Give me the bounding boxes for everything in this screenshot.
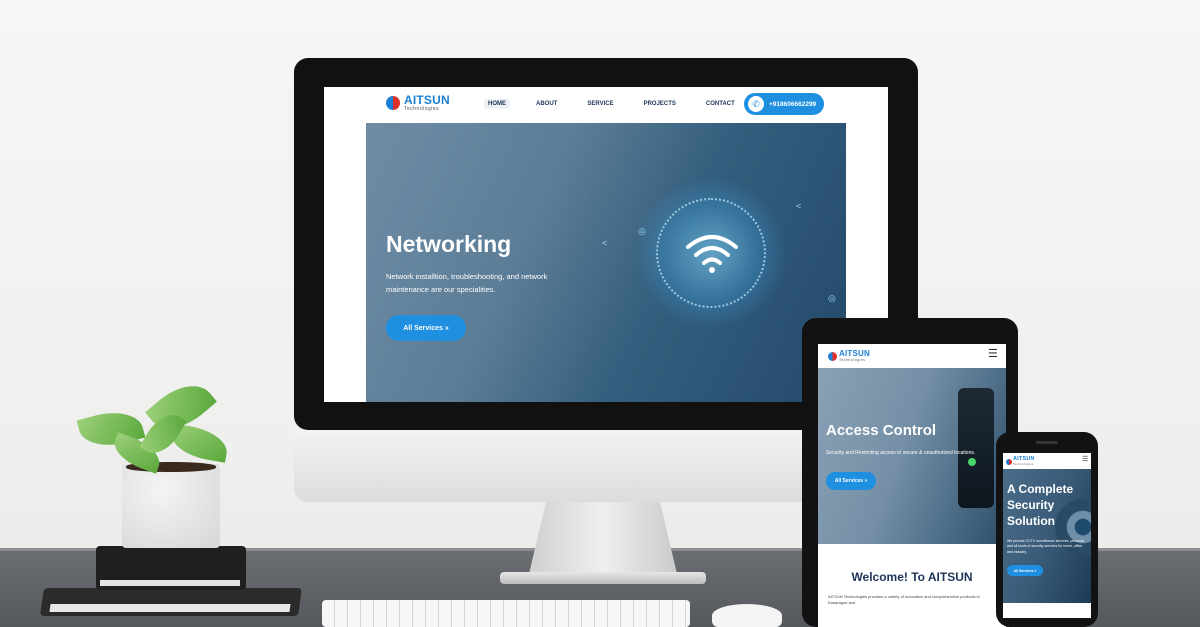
all-services-button[interactable]: All Services »: [386, 315, 466, 341]
hamburger-menu-icon[interactable]: ☰: [1082, 456, 1088, 463]
brand-subtitle: Technologies: [839, 358, 866, 362]
target-icon: ◎: [638, 226, 646, 236]
brand-logo-icon: [828, 351, 837, 361]
wifi-icon: [686, 235, 738, 273]
phone-call-button[interactable]: ✆ +918606662299: [744, 93, 824, 115]
book-top-pages: [100, 580, 240, 586]
target-icon: ◎: [828, 293, 836, 303]
hero-title: A Complete Security Solution: [1007, 482, 1074, 529]
status-led: [968, 458, 976, 466]
desktop-site-header: AITSUN Technologies HOME ABOUT SERVICE P…: [324, 87, 888, 121]
keyboard: [322, 600, 690, 627]
brand-name: AITSUN: [404, 93, 450, 107]
nav-home[interactable]: HOME: [484, 99, 510, 109]
all-services-button[interactable]: All Services »: [826, 472, 876, 490]
brand-subtitle: Technologies: [404, 106, 440, 112]
brand-name: AITSUN: [1013, 456, 1035, 462]
hero-title: Networking: [386, 231, 512, 257]
brand-logo-icon: [386, 96, 400, 110]
desktop-nav: HOME ABOUT SERVICE PROJECTS CONTACT: [484, 99, 761, 109]
phone-number: +918606662299: [769, 100, 817, 108]
phone-website: AITSUN Technologies ☰ A Complete Securit…: [1003, 453, 1091, 618]
nav-contact[interactable]: CONTACT: [702, 99, 739, 109]
hero-description: We provide CCTV surveillance services, p…: [1007, 539, 1084, 554]
phone-icon: ✆: [748, 96, 764, 112]
phone-site-header: AITSUN Technologies ☰: [1003, 453, 1091, 469]
hero-description: Network installtion, troubleshooting, an…: [386, 272, 548, 294]
hero-title: Access Control: [826, 422, 937, 439]
desktop-hero-banner: < < ◎ ◎ Networking Network installtion, …: [366, 123, 846, 402]
tablet-logo[interactable]: AITSUN Technologies: [828, 350, 870, 363]
mouse: [712, 604, 782, 627]
tablet-site-header: AITSUN Technologies ☰: [818, 344, 1006, 368]
nav-service[interactable]: SERVICE: [583, 99, 617, 109]
brand-subtitle: Technologies: [1013, 462, 1034, 466]
hamburger-menu-icon[interactable]: ☰: [988, 349, 998, 360]
brand-name: AITSUN: [839, 349, 870, 358]
welcome-text: AITSUN Technologies provides a variety o…: [828, 594, 980, 605]
hero-description: Security and Restricting access to secur…: [826, 450, 976, 456]
tablet-website: AITSUN Technologies ☰ Access Control Sec…: [818, 344, 1006, 627]
nav-about[interactable]: ABOUT: [532, 99, 561, 109]
nav-projects[interactable]: PROJECTS: [640, 99, 680, 109]
plant-pot: [122, 464, 220, 548]
phone-speaker: [1036, 441, 1058, 444]
all-services-button[interactable]: All Services »: [1007, 565, 1043, 576]
brand-logo-icon: [1006, 458, 1012, 465]
phone-logo[interactable]: AITSUN Technologies: [1006, 456, 1035, 466]
access-control-device-graphic: [958, 388, 994, 508]
desktop-logo[interactable]: AITSUN Technologies: [386, 94, 450, 112]
share-icon: <: [796, 201, 802, 211]
welcome-title: Welcome! To AITSUN: [851, 570, 973, 584]
tablet-hero-banner: Access Control Security and Restricting …: [818, 368, 1006, 544]
share-icon: <: [602, 238, 608, 248]
monitor-stand-base: [500, 572, 706, 584]
phone-hero-banner: A Complete Security Solution We provide …: [1003, 469, 1091, 603]
monitor-stand: [528, 502, 678, 578]
book-bottom-pages: [49, 604, 291, 612]
